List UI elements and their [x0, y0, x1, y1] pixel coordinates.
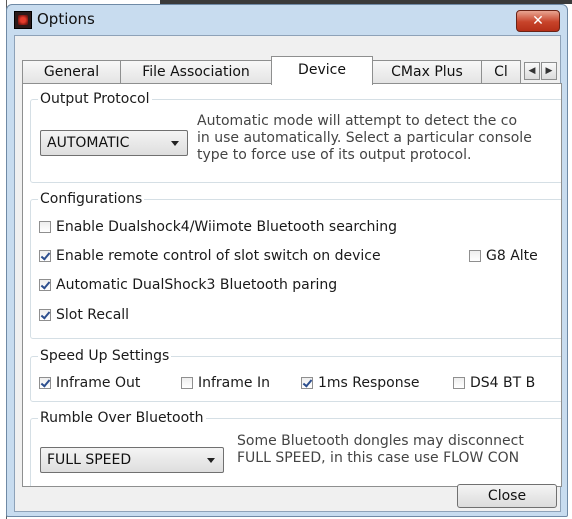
slot-recall-checkbox[interactable]: Slot Recall — [39, 306, 129, 324]
tab-strip: General File Association Device CMax Plu… — [22, 56, 562, 85]
tab-general[interactable]: General — [22, 60, 121, 84]
enable-remote-slot-switch-checkbox[interactable]: Enable remote control of slot switch on … — [39, 247, 381, 265]
app-icon — [14, 11, 32, 29]
rumble-speed-select[interactable]: FULL SPEED — [40, 447, 224, 473]
tab-cl[interactable]: Cl — [481, 60, 521, 84]
options-dialog: Options ✕ General File Association Devic… — [6, 4, 568, 517]
configurations-label: Configurations — [38, 190, 145, 208]
chevron-down-icon — [207, 458, 215, 463]
ds4-bt-b-checkbox[interactable]: DS4 BT B — [453, 374, 535, 392]
1ms-response-checkbox[interactable]: 1ms Response — [301, 374, 420, 392]
checkbox-box — [469, 250, 481, 262]
rumble-over-bluetooth-label: Rumble Over Bluetooth — [38, 409, 206, 427]
g8-alte-checkbox[interactable]: G8 Alte — [469, 247, 538, 265]
title-bar[interactable]: Options ✕ — [7, 5, 567, 35]
output-protocol-value: AUTOMATIC — [47, 135, 130, 151]
window-title: Options — [37, 10, 95, 28]
inframe-in-checkbox[interactable]: Inframe In — [181, 374, 270, 392]
checkmark-icon — [301, 377, 313, 389]
output-protocol-description-1: Automatic mode will attempt to detect th… — [197, 113, 518, 129]
checkmark-icon — [39, 377, 51, 389]
rumble-description-1: Some Bluetooth dongles may disconnect — [237, 433, 524, 449]
checkmark-icon — [39, 309, 51, 321]
checkbox-box — [453, 377, 465, 389]
speed-up-settings-group: Speed Up Settings Inframe Out Inframe In… — [30, 347, 561, 402]
output-protocol-description-3: type to force use of its output protocol… — [197, 147, 472, 163]
auto-ds3-bt-pairing-checkbox[interactable]: Automatic DualShock3 Bluetooth paring — [39, 276, 337, 294]
enable-ds4-wiimote-bt-searching-checkbox[interactable]: Enable Dualshock4/Wiimote Bluetooth sear… — [39, 218, 397, 236]
dialog-body: General File Association Device CMax Plu… — [14, 35, 562, 512]
tab-file-association[interactable]: File Association — [120, 60, 272, 84]
checkbox-label: 1ms Response — [318, 375, 420, 391]
output-protocol-select[interactable]: AUTOMATIC — [40, 130, 188, 156]
checkbox-label: Enable remote control of slot switch on … — [56, 248, 381, 264]
output-protocol-group: Output Protocol AUTOMATIC Automatic mode… — [30, 90, 561, 183]
tab-cmax-plus[interactable]: CMax Plus — [372, 60, 482, 84]
rumble-speed-value: FULL SPEED — [47, 452, 132, 468]
checkbox-label: Slot Recall — [56, 307, 130, 323]
checkbox-label: Inframe Out — [56, 375, 141, 391]
checkbox-box — [39, 221, 51, 233]
checkbox-box — [181, 377, 193, 389]
output-protocol-description-2: in use automatically. Select a particula… — [197, 130, 532, 146]
output-protocol-label: Output Protocol — [38, 90, 152, 108]
rumble-over-bluetooth-group: Rumble Over Bluetooth FULL SPEED Some Bl… — [30, 409, 561, 486]
checkmark-icon — [39, 250, 51, 262]
inframe-out-checkbox[interactable]: Inframe Out — [39, 374, 140, 392]
device-tab-panel: Output Protocol AUTOMATIC Automatic mode… — [22, 83, 562, 487]
checkbox-label: G8 Alte — [486, 248, 538, 264]
chevron-down-icon — [171, 141, 179, 146]
tab-scroll-right-icon[interactable]: ▶ — [541, 62, 557, 80]
tab-scroll-left-icon[interactable]: ◀ — [524, 62, 540, 80]
checkbox-label: DS4 BT B — [470, 375, 536, 391]
window-close-button[interactable]: ✕ — [516, 10, 560, 32]
configurations-group: Configurations Enable Dualshock4/Wiimote… — [30, 190, 561, 339]
speed-up-settings-label: Speed Up Settings — [38, 347, 172, 365]
tab-device[interactable]: Device — [271, 56, 373, 85]
rumble-description-2: FULL SPEED, in this case use FLOW CON — [237, 450, 520, 466]
checkbox-label: Inframe In — [198, 375, 270, 391]
close-button[interactable]: Close — [457, 484, 557, 508]
checkbox-label: Enable Dualshock4/Wiimote Bluetooth sear… — [56, 219, 398, 235]
checkbox-label: Automatic DualShock3 Bluetooth paring — [56, 277, 338, 293]
checkmark-icon — [39, 279, 51, 291]
